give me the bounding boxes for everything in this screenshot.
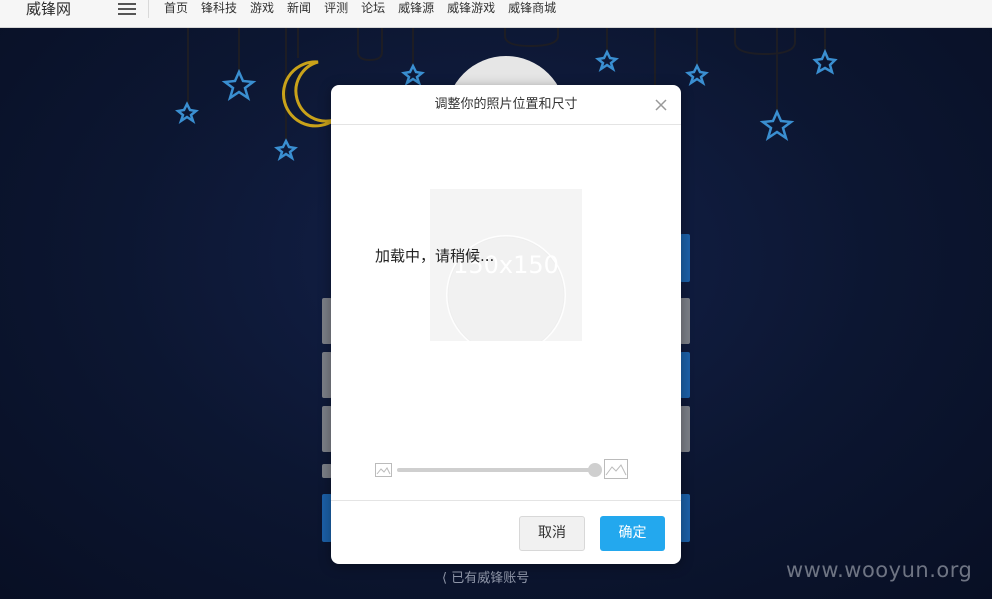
nav-item-store[interactable]: 威锋商城	[508, 0, 556, 18]
form-field-bg	[680, 234, 690, 282]
star-icon	[221, 68, 257, 101]
dialog-title: 调整你的照片位置和尺寸	[331, 85, 681, 125]
nav-divider	[148, 0, 149, 18]
nav-item-news[interactable]: 新闻	[287, 0, 311, 18]
dialog-footer: 取消 确定	[331, 500, 681, 564]
site-logo[interactable]: 威锋网	[26, 0, 71, 20]
close-icon[interactable]	[653, 97, 669, 113]
form-field-bg	[680, 352, 690, 398]
slider-handle[interactable]	[588, 463, 602, 477]
top-navigation: 威锋网 首页 锋科技 游戏 新闻 评测 论坛 威锋源 威锋游戏 威锋商城	[0, 0, 992, 28]
star-icon	[175, 101, 199, 125]
confirm-button[interactable]: 确定	[600, 516, 665, 551]
star-icon	[812, 48, 838, 75]
nav-item-games[interactable]: 游戏	[250, 0, 274, 18]
image-small-icon	[375, 463, 392, 477]
watermark: www.wooyun.org	[786, 558, 973, 582]
main-nav: 首页 锋科技 游戏 新闻 评测 论坛 威锋源 威锋游戏 威锋商城	[164, 0, 569, 18]
nav-item-reviews[interactable]: 评测	[324, 0, 348, 18]
nav-item-home[interactable]: 首页	[164, 0, 188, 18]
nav-item-forum[interactable]: 论坛	[361, 0, 385, 18]
chevron-left-icon: ⟨	[442, 571, 452, 586]
form-field-bg	[680, 406, 690, 452]
photo-crop-dialog: 调整你的照片位置和尺寸 150x150 加载中，请稍候... 取消 确定	[331, 85, 681, 564]
form-field-bg	[680, 298, 690, 344]
slider-track[interactable]	[397, 468, 597, 472]
login-link-label: 已有威锋账号	[451, 571, 530, 586]
form-button-bg	[680, 494, 690, 542]
moon-icon	[282, 60, 335, 128]
cancel-button[interactable]: 取消	[519, 516, 585, 551]
login-link[interactable]: ⟨ 已有威锋账号	[442, 567, 529, 586]
image-large-icon	[604, 459, 628, 479]
loading-text: 加载中，请稍候...	[375, 247, 495, 265]
star-icon	[759, 108, 795, 141]
menu-icon[interactable]	[118, 3, 136, 15]
star-icon	[595, 49, 619, 73]
star-icon	[401, 63, 425, 87]
star-icon	[274, 138, 298, 162]
star-icon	[685, 63, 709, 87]
zoom-slider[interactable]	[375, 459, 631, 481]
nav-item-weiphone-games[interactable]: 威锋游戏	[447, 0, 495, 18]
nav-item-source[interactable]: 威锋源	[398, 0, 434, 18]
nav-item-tech[interactable]: 锋科技	[201, 0, 237, 18]
